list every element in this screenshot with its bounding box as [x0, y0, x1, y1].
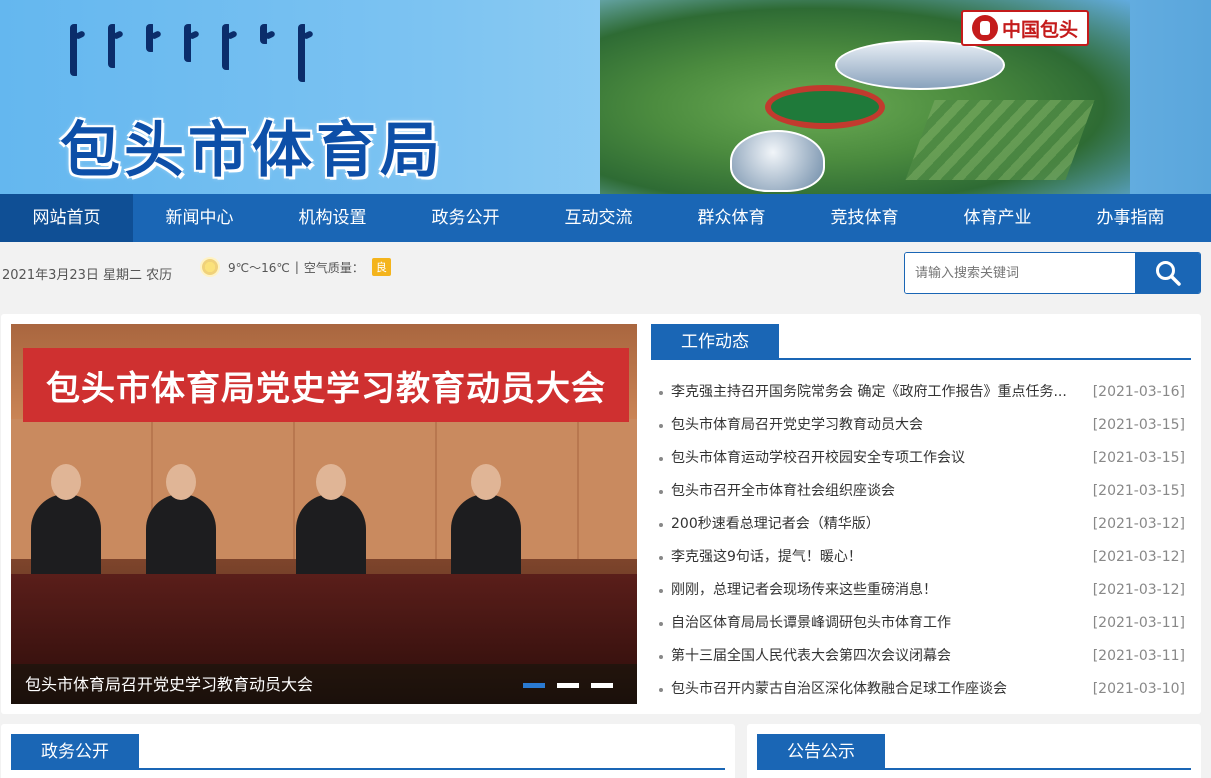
- carousel-indicators: [523, 683, 613, 688]
- work-news-header: 工作动态: [651, 324, 1191, 360]
- list-item[interactable]: 李克强主持召开国务院常务会 确定《政府工作报告》重点任务... [2021-03-…: [651, 376, 1191, 409]
- city-logo-icon: [971, 15, 998, 41]
- search-box: [904, 252, 1201, 294]
- air-quality-label: 空气质量：: [303, 260, 364, 275]
- nav-item-competitive-sports[interactable]: 竞技体育: [798, 194, 931, 242]
- government-affairs-panel: 政务公开: [1, 724, 735, 778]
- city-brand-logo[interactable]: 中国包头: [961, 10, 1089, 46]
- site-title: 包头市体育局: [60, 116, 444, 186]
- search-input[interactable]: [905, 253, 1135, 293]
- nav-item-service-guide[interactable]: 办事指南: [1064, 194, 1197, 242]
- weather-widget: 9℃～16℃ | 空气质量： 良: [202, 258, 391, 276]
- announcements-title[interactable]: 公告公示: [757, 734, 885, 770]
- meeting-banner-text: 包头市体育局党史学习教育动员大会: [46, 368, 606, 409]
- nav-item-interaction[interactable]: 互动交流: [532, 194, 665, 242]
- city-brand-text: 中国包头: [1001, 18, 1078, 41]
- list-item[interactable]: 李克强这9句话，提气！暖心！ [2021-03-12]: [651, 541, 1191, 574]
- nav-item-organization[interactable]: 机构设置: [266, 194, 399, 242]
- main-nav: 网站首页 新闻中心 机构设置 政务公开 互动交流 群众体育 竞技体育 体育产业 …: [0, 194, 1211, 242]
- search-icon: [1155, 261, 1181, 286]
- mongolian-script-title: [70, 24, 440, 88]
- image-carousel[interactable]: 包头市体育局党史学习教育动员大会 包头市体育局召开党史学习教育动员大会: [11, 324, 637, 704]
- government-affairs-header: 政务公开: [11, 734, 725, 770]
- list-item[interactable]: 200秒速看总理记者会（精华版） [2021-03-12]: [651, 508, 1191, 541]
- carousel-caption[interactable]: 包头市体育局召开党史学习教育动员大会: [25, 671, 313, 695]
- sun-icon: [202, 259, 218, 275]
- announcements-panel: 公告公示: [747, 724, 1201, 778]
- announcements-header: 公告公示: [757, 734, 1191, 770]
- list-item[interactable]: 刚刚，总理记者会现场传来这些重磅消息！ [2021-03-12]: [651, 574, 1191, 607]
- list-item[interactable]: 包头市体育局召开党史学习教育动员大会 [2021-03-15]: [651, 409, 1191, 442]
- header-banner: 包头市体育局 中国包头: [0, 0, 1211, 194]
- nav-item-home[interactable]: 网站首页: [0, 194, 133, 242]
- nav-item-news[interactable]: 新闻中心: [133, 194, 266, 242]
- list-item[interactable]: 包头市体育运动学校召开校园安全专项工作会议 [2021-03-15]: [651, 442, 1191, 475]
- nav-item-public-sports[interactable]: 群众体育: [665, 194, 798, 242]
- meeting-banner: 包头市体育局党史学习教育动员大会: [23, 348, 629, 422]
- nav-item-government-affairs[interactable]: 政务公开: [399, 194, 532, 242]
- list-item[interactable]: 第十三届全国人民代表大会第四次会议闭幕会 [2021-03-11]: [651, 640, 1191, 673]
- list-item[interactable]: 包头市召开内蒙古自治区深化体教融合足球工作座谈会 [2021-03-10]: [651, 673, 1191, 706]
- work-news-panel: 工作动态 李克强主持召开国务院常务会 确定《政府工作报告》重点任务... [202…: [651, 324, 1191, 704]
- list-item[interactable]: 包头市召开全市体育社会组织座谈会 [2021-03-15]: [651, 475, 1191, 508]
- search-button[interactable]: [1135, 253, 1200, 293]
- list-item[interactable]: 自治区体育局局长谭景峰调研包头市体育工作 [2021-03-11]: [651, 607, 1191, 640]
- nav-item-sports-industry[interactable]: 体育产业: [931, 194, 1064, 242]
- carousel-dot-2[interactable]: [557, 683, 579, 688]
- air-quality-badge: 良: [371, 258, 391, 276]
- work-news-title[interactable]: 工作动态: [651, 324, 779, 360]
- news-list: 李克强主持召开国务院常务会 确定《政府工作报告》重点任务... [2021-03-…: [651, 376, 1191, 706]
- current-date: 2021年3月23日 星期二 农历: [2, 268, 173, 283]
- main-section: 包头市体育局党史学习教育动员大会 包头市体育局召开党史学习教育动员大会 工作动态…: [1, 314, 1201, 714]
- weather-separator: |: [294, 260, 299, 274]
- temperature: 9℃～16℃: [228, 260, 290, 275]
- carousel-dot-3[interactable]: [591, 683, 613, 688]
- info-bar: 2021年3月23日 星期二 农历 9℃～16℃ | 空气质量： 良: [0, 242, 1211, 314]
- carousel-dot-1[interactable]: [523, 683, 545, 688]
- government-affairs-title[interactable]: 政务公开: [11, 734, 139, 770]
